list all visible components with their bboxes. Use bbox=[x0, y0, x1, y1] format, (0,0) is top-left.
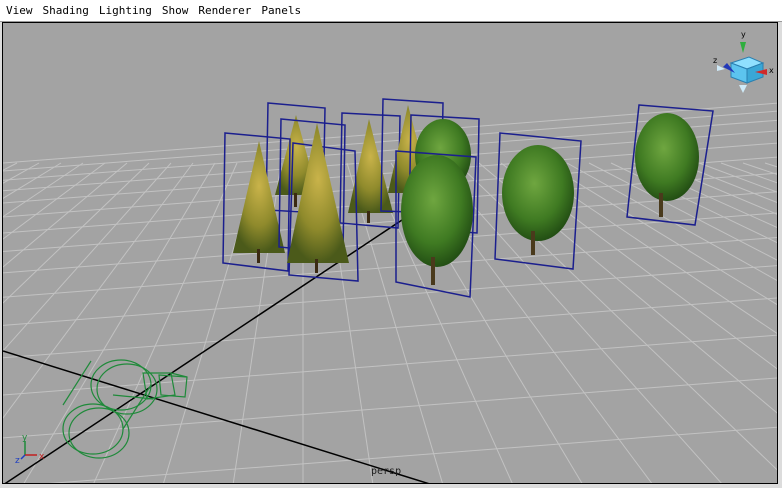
axis-indicator-z: z bbox=[15, 456, 20, 466]
viewport-scene[interactable]: y x z y x z bbox=[3, 23, 778, 484]
grid-line bbox=[3, 162, 18, 171]
panel-menubar: View Shading Lighting Show Renderer Pane… bbox=[0, 0, 782, 22]
grid-line bbox=[742, 162, 777, 175]
leafy-tree-card[interactable] bbox=[494, 132, 582, 270]
perspective-viewport[interactable]: y x z y x z persp bbox=[2, 22, 778, 484]
menu-panels[interactable]: Panels bbox=[261, 4, 301, 17]
menu-show[interactable]: Show bbox=[162, 4, 189, 17]
menu-view[interactable]: View bbox=[6, 4, 33, 17]
grid-line bbox=[588, 162, 777, 261]
grid-line bbox=[434, 162, 722, 483]
view-cube-z-label: z bbox=[713, 56, 717, 65]
menu-lighting[interactable]: Lighting bbox=[99, 4, 152, 17]
grid-line bbox=[3, 162, 84, 218]
grid-line bbox=[566, 162, 777, 281]
grid-line bbox=[3, 297, 777, 359]
grid-line bbox=[610, 162, 777, 244]
view-cube-y-label: y bbox=[741, 30, 746, 39]
view-cube-x-label: x bbox=[769, 66, 774, 75]
grid-line bbox=[3, 162, 106, 240]
grid-line bbox=[93, 162, 238, 483]
grid-line bbox=[764, 162, 777, 168]
view-cube-y-arrow[interactable] bbox=[740, 42, 746, 53]
maya-viewport-panel: View Shading Lighting Show Renderer Pane… bbox=[0, 0, 782, 488]
axis-indicator-y: y bbox=[22, 433, 28, 443]
grid-line bbox=[3, 236, 777, 298]
grid-line bbox=[23, 162, 216, 483]
grid-axis-x bbox=[3, 350, 430, 483]
axis-indicator-x: x bbox=[39, 452, 45, 462]
leafy-tree-card[interactable] bbox=[626, 104, 714, 226]
grid-line bbox=[632, 162, 777, 228]
menu-shading[interactable]: Shading bbox=[43, 4, 89, 17]
view-cube[interactable]: y x z bbox=[713, 30, 774, 93]
camera-name-label: persp bbox=[371, 466, 402, 477]
menu-renderer[interactable]: Renderer bbox=[198, 4, 251, 17]
axis-indicator: y x z bbox=[15, 433, 45, 466]
